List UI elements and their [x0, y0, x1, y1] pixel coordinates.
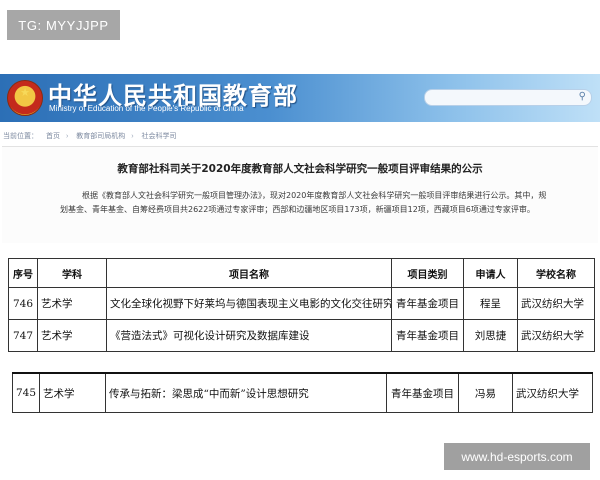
results-table: 序号 学科 项目名称 项目类别 申请人 学校名称 746 艺术学 文化全球化视野… — [8, 258, 595, 352]
cell-project-name: 《营造法式》可视化设计研究及数据库建设 — [106, 319, 392, 352]
tag-label: TG: MYYJJPP — [7, 10, 120, 40]
cell-project-type: 青年基金项目 — [391, 319, 464, 352]
site-subtitle: Ministry of Education of the People's Re… — [49, 104, 244, 113]
cell-index: 747 — [8, 319, 38, 352]
cell-school: 武汉纺织大学 — [517, 319, 595, 352]
breadcrumb-item-social-science[interactable]: 社会科学司 — [142, 133, 177, 140]
header-cell-discipline: 学科 — [37, 258, 107, 288]
breadcrumb-separator: › — [131, 133, 134, 140]
cell-applicant: 冯易 — [458, 372, 513, 413]
cell-applicant: 程呈 — [463, 287, 518, 320]
watermark-label: www.hd-esports.com — [444, 443, 590, 470]
cell-project-type: 青年基金项目 — [386, 372, 459, 413]
header-cell-project-name: 项目名称 — [106, 258, 392, 288]
cell-index: 746 — [8, 287, 38, 320]
breadcrumb-label: 当前位置： — [3, 133, 38, 140]
cell-applicant: 刘思捷 — [463, 319, 518, 352]
header-cell-applicant: 申请人 — [463, 258, 518, 288]
notice-body: 根据《教育部人文社会科学研究一般项目管理办法》，现对2020年度教育部人文社会科… — [60, 191, 547, 214]
notice-title: 教育部社科司关于2020年度教育部人文社会科学研究一般项目评审结果的公示 — [117, 163, 483, 175]
breadcrumb-separator: › — [65, 133, 69, 140]
results-table-fragment: 745 艺术学 传承与拓新：梁思成“中而新”设计思想研究 青年基金项目 冯易 武… — [12, 372, 593, 413]
cell-index: 745 — [12, 372, 40, 413]
cell-project-name: 传承与拓新：梁思成“中而新”设计思想研究 — [105, 372, 387, 413]
national-emblem-icon: ★ — [7, 80, 43, 116]
ministry-banner: ★ 中华人民共和国教育部 Ministry of Education of th… — [0, 74, 600, 122]
header-cell-index: 序号 — [8, 258, 38, 288]
table-row: 745 艺术学 传承与拓新：梁思成“中而新”设计思想研究 青年基金项目 冯易 武… — [12, 372, 593, 413]
header-cell-school: 学校名称 — [517, 258, 595, 288]
cell-discipline: 艺术学 — [39, 372, 106, 413]
cell-discipline: 艺术学 — [37, 287, 107, 320]
cell-discipline: 艺术学 — [37, 319, 107, 352]
cell-school: 武汉纺织大学 — [517, 287, 595, 320]
breadcrumb-item-home[interactable]: 首页 — [46, 133, 60, 140]
cell-project-type: 青年基金项目 — [391, 287, 464, 320]
cell-project-name: 文化全球化视野下好莱坞与德国表现主义电影的文化交往研究 — [106, 287, 392, 320]
table-row: 747 艺术学 《营造法式》可视化设计研究及数据库建设 青年基金项目 刘思捷 武… — [8, 319, 595, 352]
search-input[interactable]: ⚲ — [424, 89, 592, 106]
cell-school: 武汉纺织大学 — [512, 372, 593, 413]
search-icon[interactable]: ⚲ — [579, 91, 586, 102]
breadcrumb: 当前位置： 首页 › 教育部司局机构 › 社会科学司 — [3, 131, 597, 143]
header-cell-project-type: 项目类别 — [391, 258, 464, 288]
notice-card: 教育部社科司关于2020年度教育部人文社会科学研究一般项目评审结果的公示 根据《… — [2, 146, 598, 243]
breadcrumb-item-departments[interactable]: 教育部司局机构 — [76, 133, 125, 140]
table-header-row: 序号 学科 项目名称 项目类别 申请人 学校名称 — [8, 258, 595, 288]
table-row: 746 艺术学 文化全球化视野下好莱坞与德国表现主义电影的文化交往研究 青年基金… — [8, 287, 595, 320]
